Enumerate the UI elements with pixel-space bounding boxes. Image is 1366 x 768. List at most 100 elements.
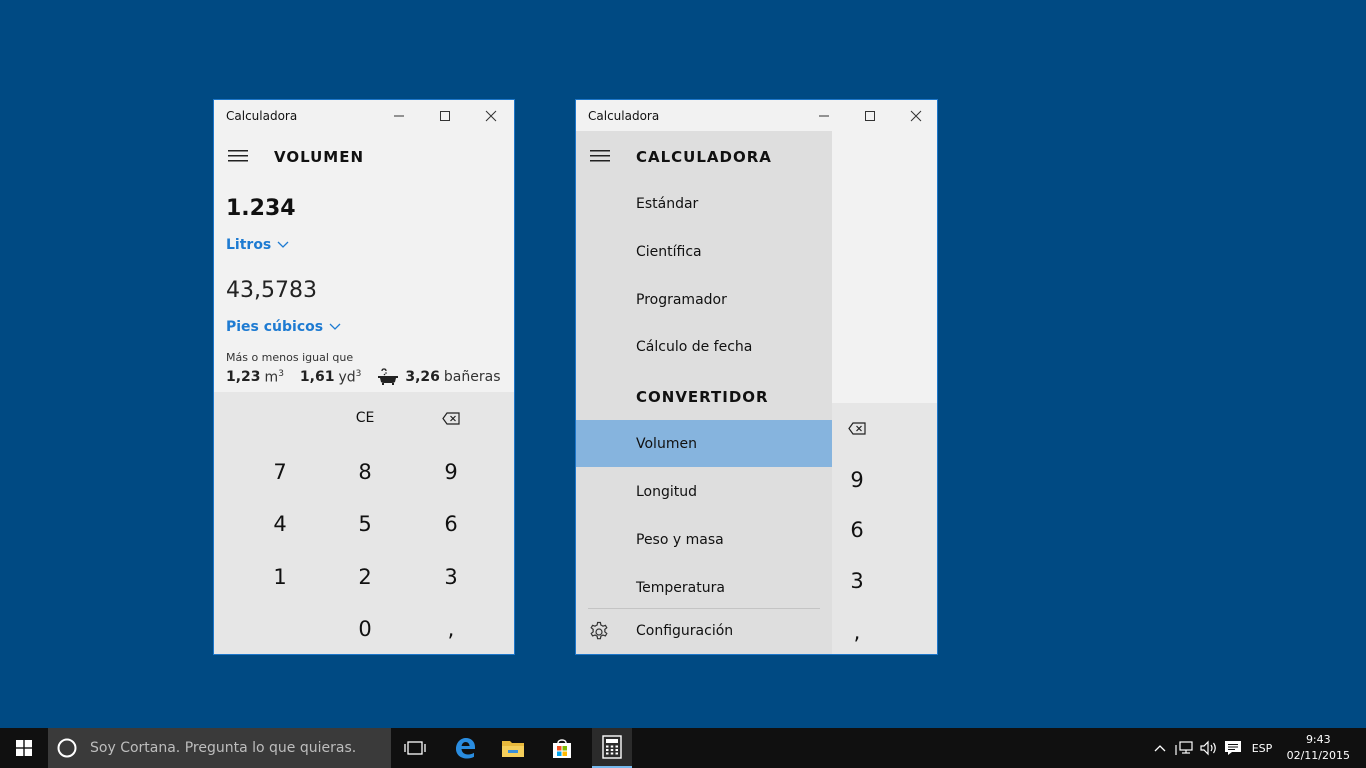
maximize-icon — [440, 110, 450, 121]
approx-equivalents: 1,23 m3 1,61 yd3 3,26 bañeras — [226, 368, 501, 386]
input-unit-label: Litros — [226, 237, 272, 253]
network-icon — [1175, 741, 1193, 755]
keypad: CE 7 8 9 4 5 6 1 2 3 0 , — [214, 392, 514, 654]
approx-label: Más o menos igual que — [226, 351, 354, 364]
digit-9-button[interactable]: 9 — [408, 446, 494, 498]
approx-unit: bañeras — [443, 369, 501, 385]
store-button[interactable] — [538, 728, 586, 768]
approx-unit: m3 — [264, 368, 284, 386]
cortana-search-input[interactable] — [88, 739, 382, 757]
task-view-button[interactable] — [391, 728, 439, 768]
output-unit-dropdown[interactable]: Pies cúbicos — [226, 319, 341, 335]
clock[interactable]: 9:43 02/11/2015 — [1287, 732, 1350, 764]
edge-icon — [456, 738, 475, 759]
window-title: Calculadora — [226, 109, 298, 123]
section-converter: CONVERTIDOR — [636, 388, 769, 406]
minimize-button[interactable] — [801, 100, 847, 131]
maximize-icon — [865, 110, 875, 121]
action-center-button[interactable] — [1222, 728, 1244, 768]
task-view-icon — [404, 741, 426, 755]
calculator-taskbar-button[interactable] — [592, 728, 632, 768]
folder-icon — [502, 741, 524, 757]
digit-7-button[interactable]: 7 — [237, 446, 323, 498]
nav-item-weight-mass[interactable]: Peso y masa — [576, 516, 832, 563]
digit-8-button[interactable]: 8 — [322, 446, 408, 498]
backspace-button[interactable] — [408, 392, 494, 444]
calculator-icon — [602, 735, 622, 759]
close-button[interactable] — [893, 100, 937, 131]
clear-entry-button[interactable]: CE — [322, 392, 408, 444]
digit-2-button[interactable]: 2 — [322, 551, 408, 603]
input-unit-dropdown[interactable]: Litros — [226, 237, 289, 253]
digit-0-button[interactable]: 0 — [322, 603, 408, 654]
decimal-separator-button[interactable]: , — [832, 607, 882, 654]
navigation-pane: CALCULADORA Estándar Científica Programa… — [576, 131, 832, 654]
hamburger-menu-button[interactable] — [223, 141, 253, 171]
close-icon — [485, 110, 497, 121]
cortana-search-box[interactable] — [48, 728, 391, 768]
digit-3-button[interactable]: 3 — [832, 556, 882, 606]
title-bar[interactable]: Calculadora — [214, 100, 514, 131]
input-language-button[interactable]: ESP — [1248, 728, 1276, 768]
nav-item-scientific[interactable]: Científica — [576, 228, 832, 275]
digit-6-button[interactable]: 6 — [832, 505, 882, 555]
decimal-separator-button[interactable]: , — [408, 603, 494, 654]
digit-9-button[interactable]: 9 — [832, 455, 882, 505]
chevron-up-icon — [1154, 745, 1166, 752]
clock-time: 9:43 — [1305, 733, 1331, 746]
close-icon — [910, 110, 922, 121]
minimize-icon — [819, 115, 829, 116]
chevron-down-icon — [277, 241, 289, 248]
digit-1-button[interactable]: 1 — [237, 551, 323, 603]
calculator-window-volume: Calculadora VOLUMEN 1.234 Litros 43,5783… — [213, 99, 515, 655]
hamburger-icon — [590, 150, 610, 162]
backspace-button[interactable] — [832, 403, 882, 453]
volume-button[interactable] — [1198, 728, 1220, 768]
mode-title: VOLUMEN — [274, 148, 365, 166]
nav-item-temperature[interactable]: Temperatura — [576, 564, 832, 611]
cortana-icon — [56, 737, 78, 759]
backspace-icon — [848, 421, 866, 435]
notification-icon — [1225, 741, 1241, 755]
digit-6-button[interactable]: 6 — [408, 498, 494, 550]
hamburger-menu-button[interactable] — [585, 141, 615, 171]
minimize-icon — [394, 115, 404, 116]
digit-4-button[interactable]: 4 — [237, 498, 323, 550]
start-button[interactable] — [0, 728, 48, 768]
input-value[interactable]: 1.234 — [226, 196, 296, 221]
approx-value: 1,61 — [299, 369, 335, 385]
gear-icon — [588, 621, 610, 643]
approx-unit: yd3 — [338, 368, 362, 386]
close-button[interactable] — [468, 100, 514, 131]
nav-item-standard[interactable]: Estándar — [576, 180, 832, 227]
title-bar[interactable]: Calculadora — [576, 100, 937, 131]
speaker-icon — [1200, 740, 1216, 756]
calculator-window-menu: 9 6 3 , Calculadora CALCULADORA Estándar… — [575, 99, 938, 655]
nav-item-programmer[interactable]: Programador — [576, 276, 832, 323]
nav-item-length[interactable]: Longitud — [576, 468, 832, 515]
output-value[interactable]: 43,5783 — [226, 278, 317, 303]
output-unit-label: Pies cúbicos — [226, 319, 324, 335]
window-title: Calculadora — [588, 109, 660, 123]
bathtub-icon — [377, 368, 399, 386]
minimize-button[interactable] — [376, 100, 422, 131]
nav-item-date-calculation[interactable]: Cálculo de fecha — [576, 323, 832, 370]
approx-value: 3,26 — [405, 369, 440, 385]
show-hidden-icons-button[interactable] — [1151, 728, 1169, 768]
settings-button[interactable]: Configuración — [576, 609, 832, 654]
file-explorer-button[interactable] — [489, 728, 537, 768]
edge-button[interactable] — [441, 728, 489, 768]
chevron-down-icon — [329, 323, 341, 330]
clock-date: 02/11/2015 — [1286, 749, 1350, 762]
nav-item-volume[interactable]: Volumen — [576, 420, 832, 467]
digit-5-button[interactable]: 5 — [322, 498, 408, 550]
approx-value: 1,23 — [226, 369, 261, 385]
settings-label: Configuración — [636, 623, 734, 639]
taskbar: ESP 9:43 02/11/2015 — [0, 728, 1366, 768]
maximize-button[interactable] — [847, 100, 893, 131]
maximize-button[interactable] — [422, 100, 468, 131]
digit-3-button[interactable]: 3 — [408, 551, 494, 603]
network-button[interactable] — [1173, 728, 1195, 768]
windows-logo-icon — [16, 740, 32, 756]
backspace-icon — [442, 411, 460, 425]
